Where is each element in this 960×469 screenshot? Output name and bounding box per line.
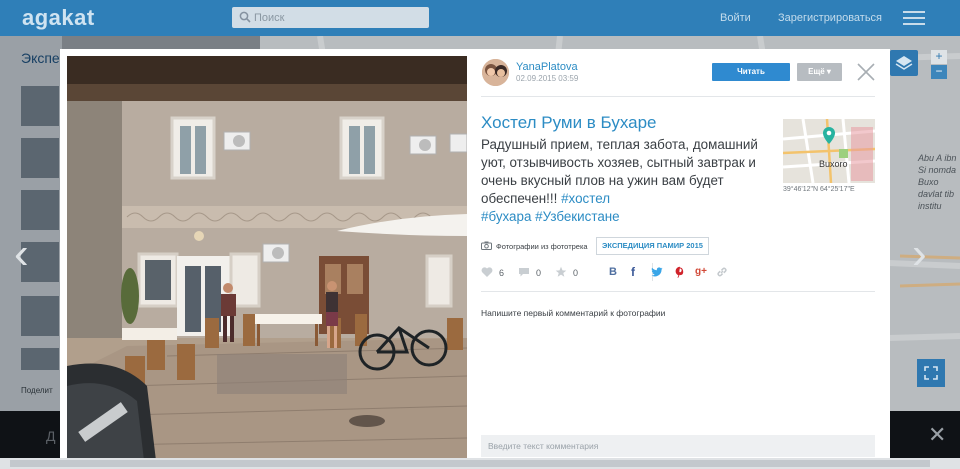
close-icon[interactable]: ✕ — [928, 424, 946, 446]
photo-modal: YanaPlatova 02.09.2015 03:59 Читать Ещё … — [60, 49, 890, 469]
author-name[interactable]: YanaPlatova — [516, 61, 578, 73]
post-photo[interactable] — [67, 56, 467, 469]
post-body: Радушный прием, теплая забота, домашний … — [481, 136, 781, 226]
divider — [481, 96, 875, 97]
zoom-out-button[interactable]: − — [931, 65, 947, 79]
chevron-right-icon[interactable]: › — [912, 232, 927, 276]
vk-icon[interactable]: B — [609, 266, 617, 278]
camera-icon — [481, 241, 492, 250]
location-map[interactable]: Buxoro — [783, 119, 875, 183]
heart-icon[interactable] — [481, 266, 493, 278]
background-thumbnail[interactable] — [21, 190, 59, 230]
pinterest-icon[interactable] — [674, 266, 686, 278]
star-icon[interactable] — [555, 266, 567, 278]
search-input[interactable] — [254, 9, 424, 26]
comments-empty-prompt: Напишите первый комментарий к фотографии — [481, 308, 666, 318]
googleplus-icon[interactable]: g+ — [695, 266, 707, 278]
register-link[interactable]: Зарегистрироваться — [778, 12, 882, 24]
close-icon[interactable] — [856, 62, 876, 82]
follow-button[interactable]: Читать — [712, 63, 790, 81]
login-link[interactable]: Войти — [720, 12, 751, 24]
comment-icon[interactable] — [518, 266, 530, 278]
divider — [481, 291, 875, 292]
menu-icon[interactable] — [903, 11, 925, 25]
expedition-link[interactable]: ЭКСПЕДИЦИЯ ПАМИР 2015 — [596, 237, 709, 255]
background-footer-text: Д — [46, 428, 56, 444]
likes-count: 6 — [499, 268, 505, 278]
link-icon[interactable] — [716, 266, 728, 278]
chevron-left-icon[interactable]: ‹ — [14, 232, 29, 276]
post-text: Радушный прием, теплая забота, домашний … — [481, 137, 758, 206]
background-thumbnail[interactable] — [21, 296, 59, 336]
comments-count: 0 — [536, 268, 542, 278]
site-logo[interactable]: agakat — [22, 5, 95, 31]
background-share-label: Поделит — [21, 386, 53, 395]
hashtag[interactable]: #бухара — [481, 209, 531, 224]
hashtag[interactable]: #хостел — [561, 191, 610, 206]
facebook-icon[interactable]: f — [631, 266, 635, 278]
phototrack-label: Фотографии из фототрека — [496, 242, 588, 251]
background-thumbnail[interactable] — [21, 138, 59, 178]
post-title: Хостел Руми в Бухаре — [481, 113, 657, 132]
background-map-label: Abu A ibn Si nomda Buxo davlat tib insti… — [918, 153, 957, 211]
twitter-icon[interactable] — [651, 266, 663, 278]
post-date: 02.09.2015 03:59 — [516, 74, 579, 83]
map-coordinates: 39°46'12"N 64°25'17"E — [783, 186, 855, 193]
search-box[interactable] — [232, 7, 429, 28]
hashtag[interactable]: #Узбекистане — [535, 209, 619, 224]
author-avatar[interactable] — [482, 59, 509, 86]
background-thumbnail[interactable] — [21, 348, 59, 370]
horizontal-scrollbar[interactable] — [0, 458, 960, 469]
zoom-in-button[interactable]: + — [931, 50, 947, 64]
expand-icon[interactable] — [917, 359, 945, 387]
background-thumbnail[interactable] — [21, 86, 59, 126]
top-bar: agakat Войти Зарегистрироваться — [0, 0, 960, 36]
map-city-label: Buxoro — [819, 159, 848, 169]
background-section-title: Экспе — [21, 50, 60, 66]
more-dropdown-button[interactable]: Ещё ▾ — [797, 63, 842, 81]
layers-icon[interactable] — [890, 50, 918, 76]
stars-count: 0 — [573, 268, 579, 278]
comment-input[interactable] — [481, 435, 875, 457]
search-icon — [239, 11, 251, 23]
